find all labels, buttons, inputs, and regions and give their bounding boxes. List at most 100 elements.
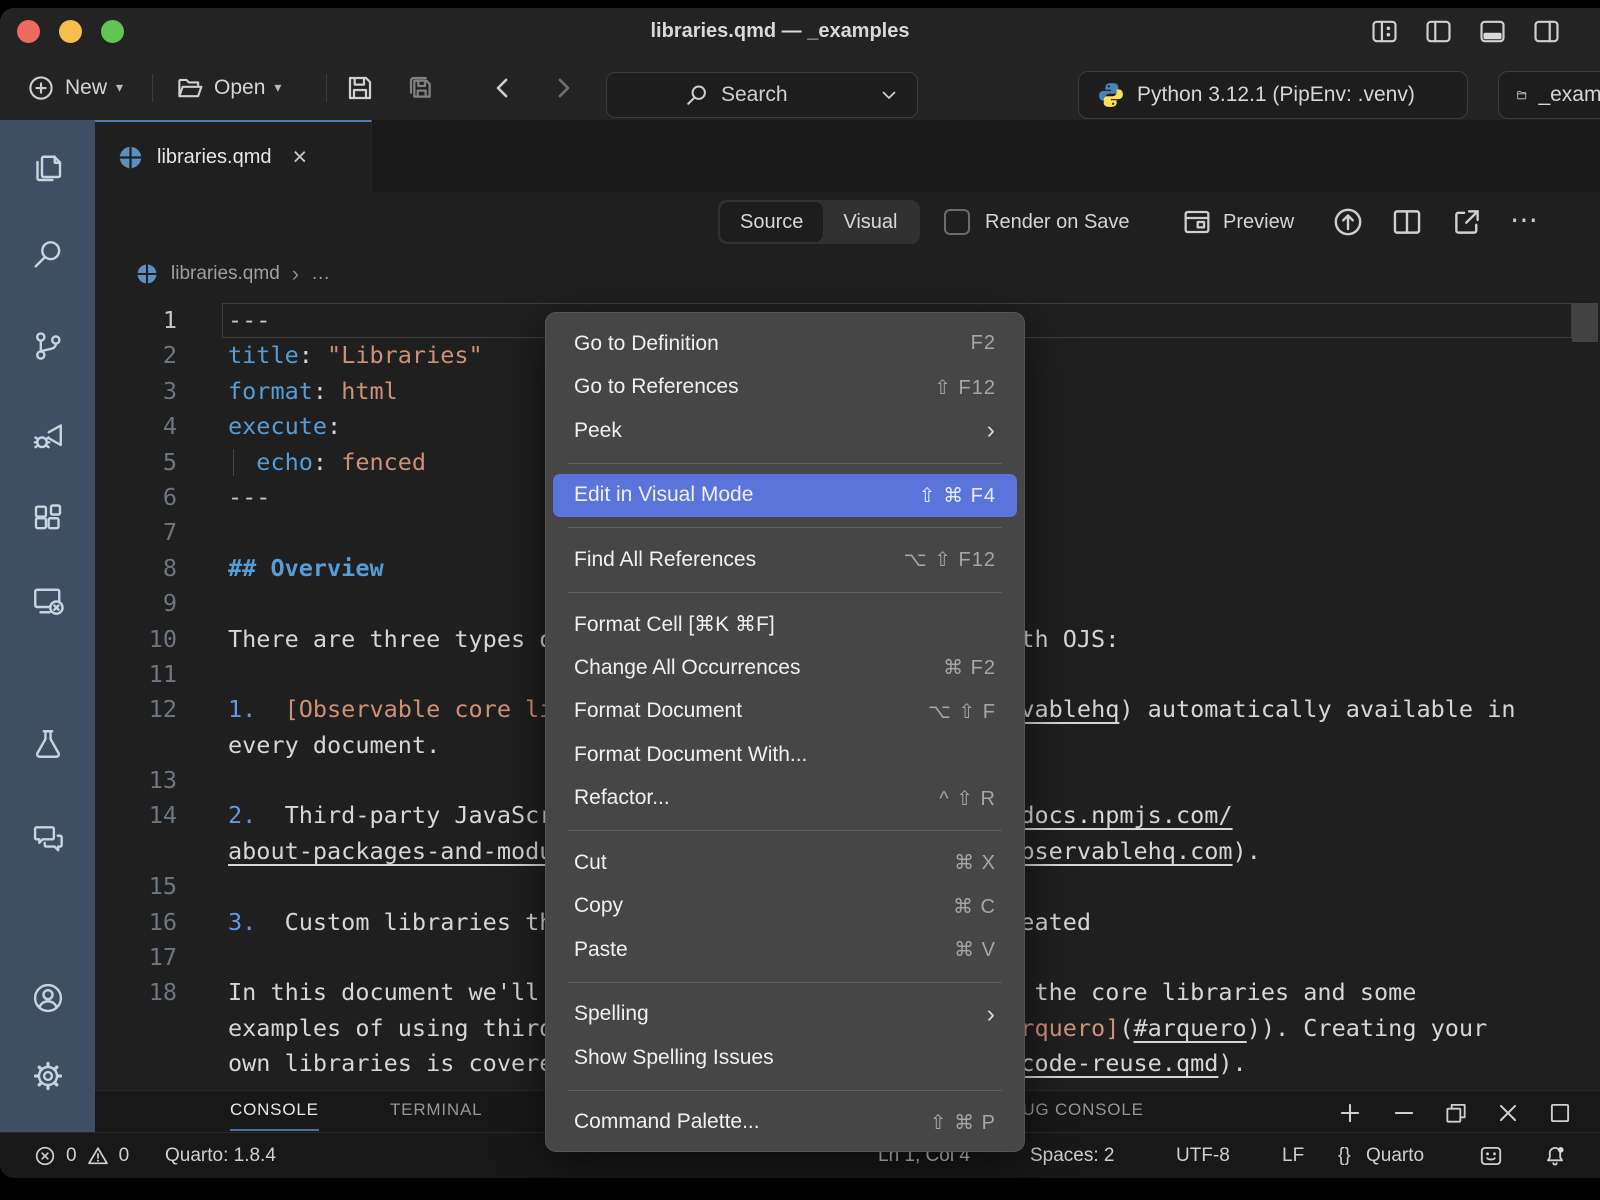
panel-tab-console[interactable]: CONSOLE [230,1091,319,1131]
breadcrumb-file[interactable]: libraries.qmd [171,263,280,285]
menu-item-spelling[interactable]: Spelling› [553,993,1017,1037]
extensions-icon[interactable] [30,501,66,537]
menu-separator [568,463,1002,464]
menu-item-label: Edit in Visual Mode [574,483,753,507]
toggle-left-panel-icon[interactable] [1423,16,1454,47]
tab-libraries-qmd[interactable]: libraries.qmd × [95,120,372,192]
chevron-left-icon [488,73,518,103]
line-number: 6 [95,480,177,515]
comments-icon[interactable] [30,820,66,856]
new-console-icon[interactable] [1337,1100,1363,1126]
python-logo-icon [1096,80,1126,110]
line-number: 15 [95,869,177,904]
sessions-icon[interactable] [30,583,66,619]
menu-item-show-spelling-issues[interactable]: Show Spelling Issues [553,1036,1017,1080]
more-actions-icon[interactable]: ⋯ [1510,192,1540,252]
menu-item-find-all-references[interactable]: Find All References⌥ ⇧ F12 [553,538,1017,582]
code-segment: "Libraries" [327,341,483,369]
menu-item-cut[interactable]: Cut⌘ X [553,841,1017,885]
menu-item-change-all-occurrences[interactable]: Change All Occurrences⌘ F2 [553,646,1017,690]
visual-mode-button[interactable]: Visual [823,202,917,242]
menu-item-copy[interactable]: Copy⌘ C [553,885,1017,929]
plus-circle-icon [26,73,56,103]
minimize-window-button[interactable] [59,20,82,43]
submenu-arrow-icon: › [987,416,996,445]
toggle-bottom-panel-icon[interactable] [1477,16,1508,47]
panel-tab-terminal[interactable]: TERMINAL [390,1091,482,1131]
publish-icon[interactable] [1331,205,1365,239]
line-number: 14 [95,798,177,833]
notifications-bell-icon[interactable] [1542,1143,1568,1169]
menu-item-go-to-definition[interactable]: Go to Definition F2 [553,322,1017,366]
code-segment: format [228,377,313,405]
eol-status[interactable]: LF [1282,1133,1304,1178]
feedback-smiley-icon[interactable] [1478,1143,1504,1169]
toggle-right-panel-icon[interactable] [1531,16,1562,47]
menu-item-label: Cut [574,851,607,875]
maximize-panel-icon[interactable] [1547,1100,1573,1126]
menu-item-label: Go to Definition [574,332,719,356]
app-window: libraries.qmd — _examples New▾ Open▾ [0,8,1600,1178]
split-editor-icon[interactable] [1390,205,1424,239]
run-debug-icon[interactable] [30,418,66,454]
workspace-label: _examples [1538,83,1600,107]
breadcrumb: libraries.qmd › … [95,252,1600,295]
preview-button[interactable]: Preview [1181,192,1294,252]
problems-status[interactable]: 0 0 [33,1133,129,1178]
menu-item-shortcut: ⌥ ⇧ F [928,699,996,724]
menu-item-shortcut: ⇧ ⌘ P [930,1110,996,1135]
back-button[interactable] [488,55,518,120]
save-all-button[interactable] [405,55,437,120]
line-number: 17 [95,940,177,975]
folder-icon [1516,80,1527,110]
encoding-status[interactable]: UTF-8 [1176,1133,1230,1178]
workspace-button[interactable]: _examples [1498,71,1600,119]
chevron-down-icon[interactable] [877,83,901,107]
open-button[interactable]: Open▾ [175,55,281,120]
search-input[interactable]: Search [606,72,918,118]
language-mode-status[interactable]: {} Quarto [1338,1133,1424,1178]
menu-item-peek[interactable]: Peek› [553,409,1017,453]
customize-layout-icon[interactable] [1369,16,1400,47]
render-on-save-checkbox[interactable] [944,209,970,235]
new-button[interactable]: New▾ [26,55,123,120]
open-external-icon[interactable] [1450,205,1484,239]
menu-item-refactor[interactable]: Refactor...^ ⇧ R [553,777,1017,821]
tab-close-icon[interactable]: × [292,143,307,172]
menu-item-go-to-references[interactable]: Go to References⇧ F12 [553,366,1017,410]
search-view-icon[interactable] [30,236,66,272]
source-mode-button[interactable]: Source [720,202,823,242]
code-segment [256,695,284,723]
test-flask-icon[interactable] [30,726,66,762]
restore-panel-icon[interactable] [1443,1100,1469,1126]
save-button[interactable] [344,55,376,120]
forward-button[interactable] [548,55,578,120]
line-number: 1 [95,303,177,338]
code-text: format: html [228,374,398,409]
code-text: ## Overview [228,551,384,586]
settings-gear-icon[interactable] [30,1058,66,1094]
menu-item-format-document-with[interactable]: Format Document With... [553,733,1017,777]
breadcrumb-more[interactable]: … [311,263,330,285]
editor-scrollbar[interactable] [1572,303,1598,342]
menu-item-format-document[interactable]: Format Document⌥ ⇧ F [553,690,1017,734]
line-number: 11 [95,657,177,692]
title-bar: libraries.qmd — _examples [0,8,1600,55]
close-panel-icon[interactable] [1495,1100,1521,1126]
search-placeholder: Search [721,83,788,107]
line-number: 13 [95,763,177,798]
interpreter-selector[interactable]: Python 3.12.1 (PipEnv: .venv) [1078,71,1468,119]
account-icon[interactable] [30,980,66,1016]
source-control-icon[interactable] [30,328,66,364]
menu-item-paste[interactable]: Paste⌘ V [553,928,1017,972]
indentation-status[interactable]: Spaces: 2 [1030,1133,1115,1178]
minimize-panel-icon[interactable] [1391,1100,1417,1126]
menu-item-edit-in-visual-mode[interactable]: Edit in Visual Mode⇧ ⌘ F4 [553,474,1017,518]
quarto-version-status[interactable]: Quarto: 1.8.4 [165,1133,276,1178]
close-window-button[interactable] [17,20,40,43]
zoom-window-button[interactable] [101,20,124,43]
menu-item-format-cell-k-f[interactable]: Format Cell [⌘K ⌘F] [553,603,1017,647]
explorer-icon[interactable] [30,150,66,186]
menu-item-shortcut: F2 [971,332,996,355]
menu-item-command-palette[interactable]: Command Palette...⇧ ⌘ P [553,1101,1017,1145]
